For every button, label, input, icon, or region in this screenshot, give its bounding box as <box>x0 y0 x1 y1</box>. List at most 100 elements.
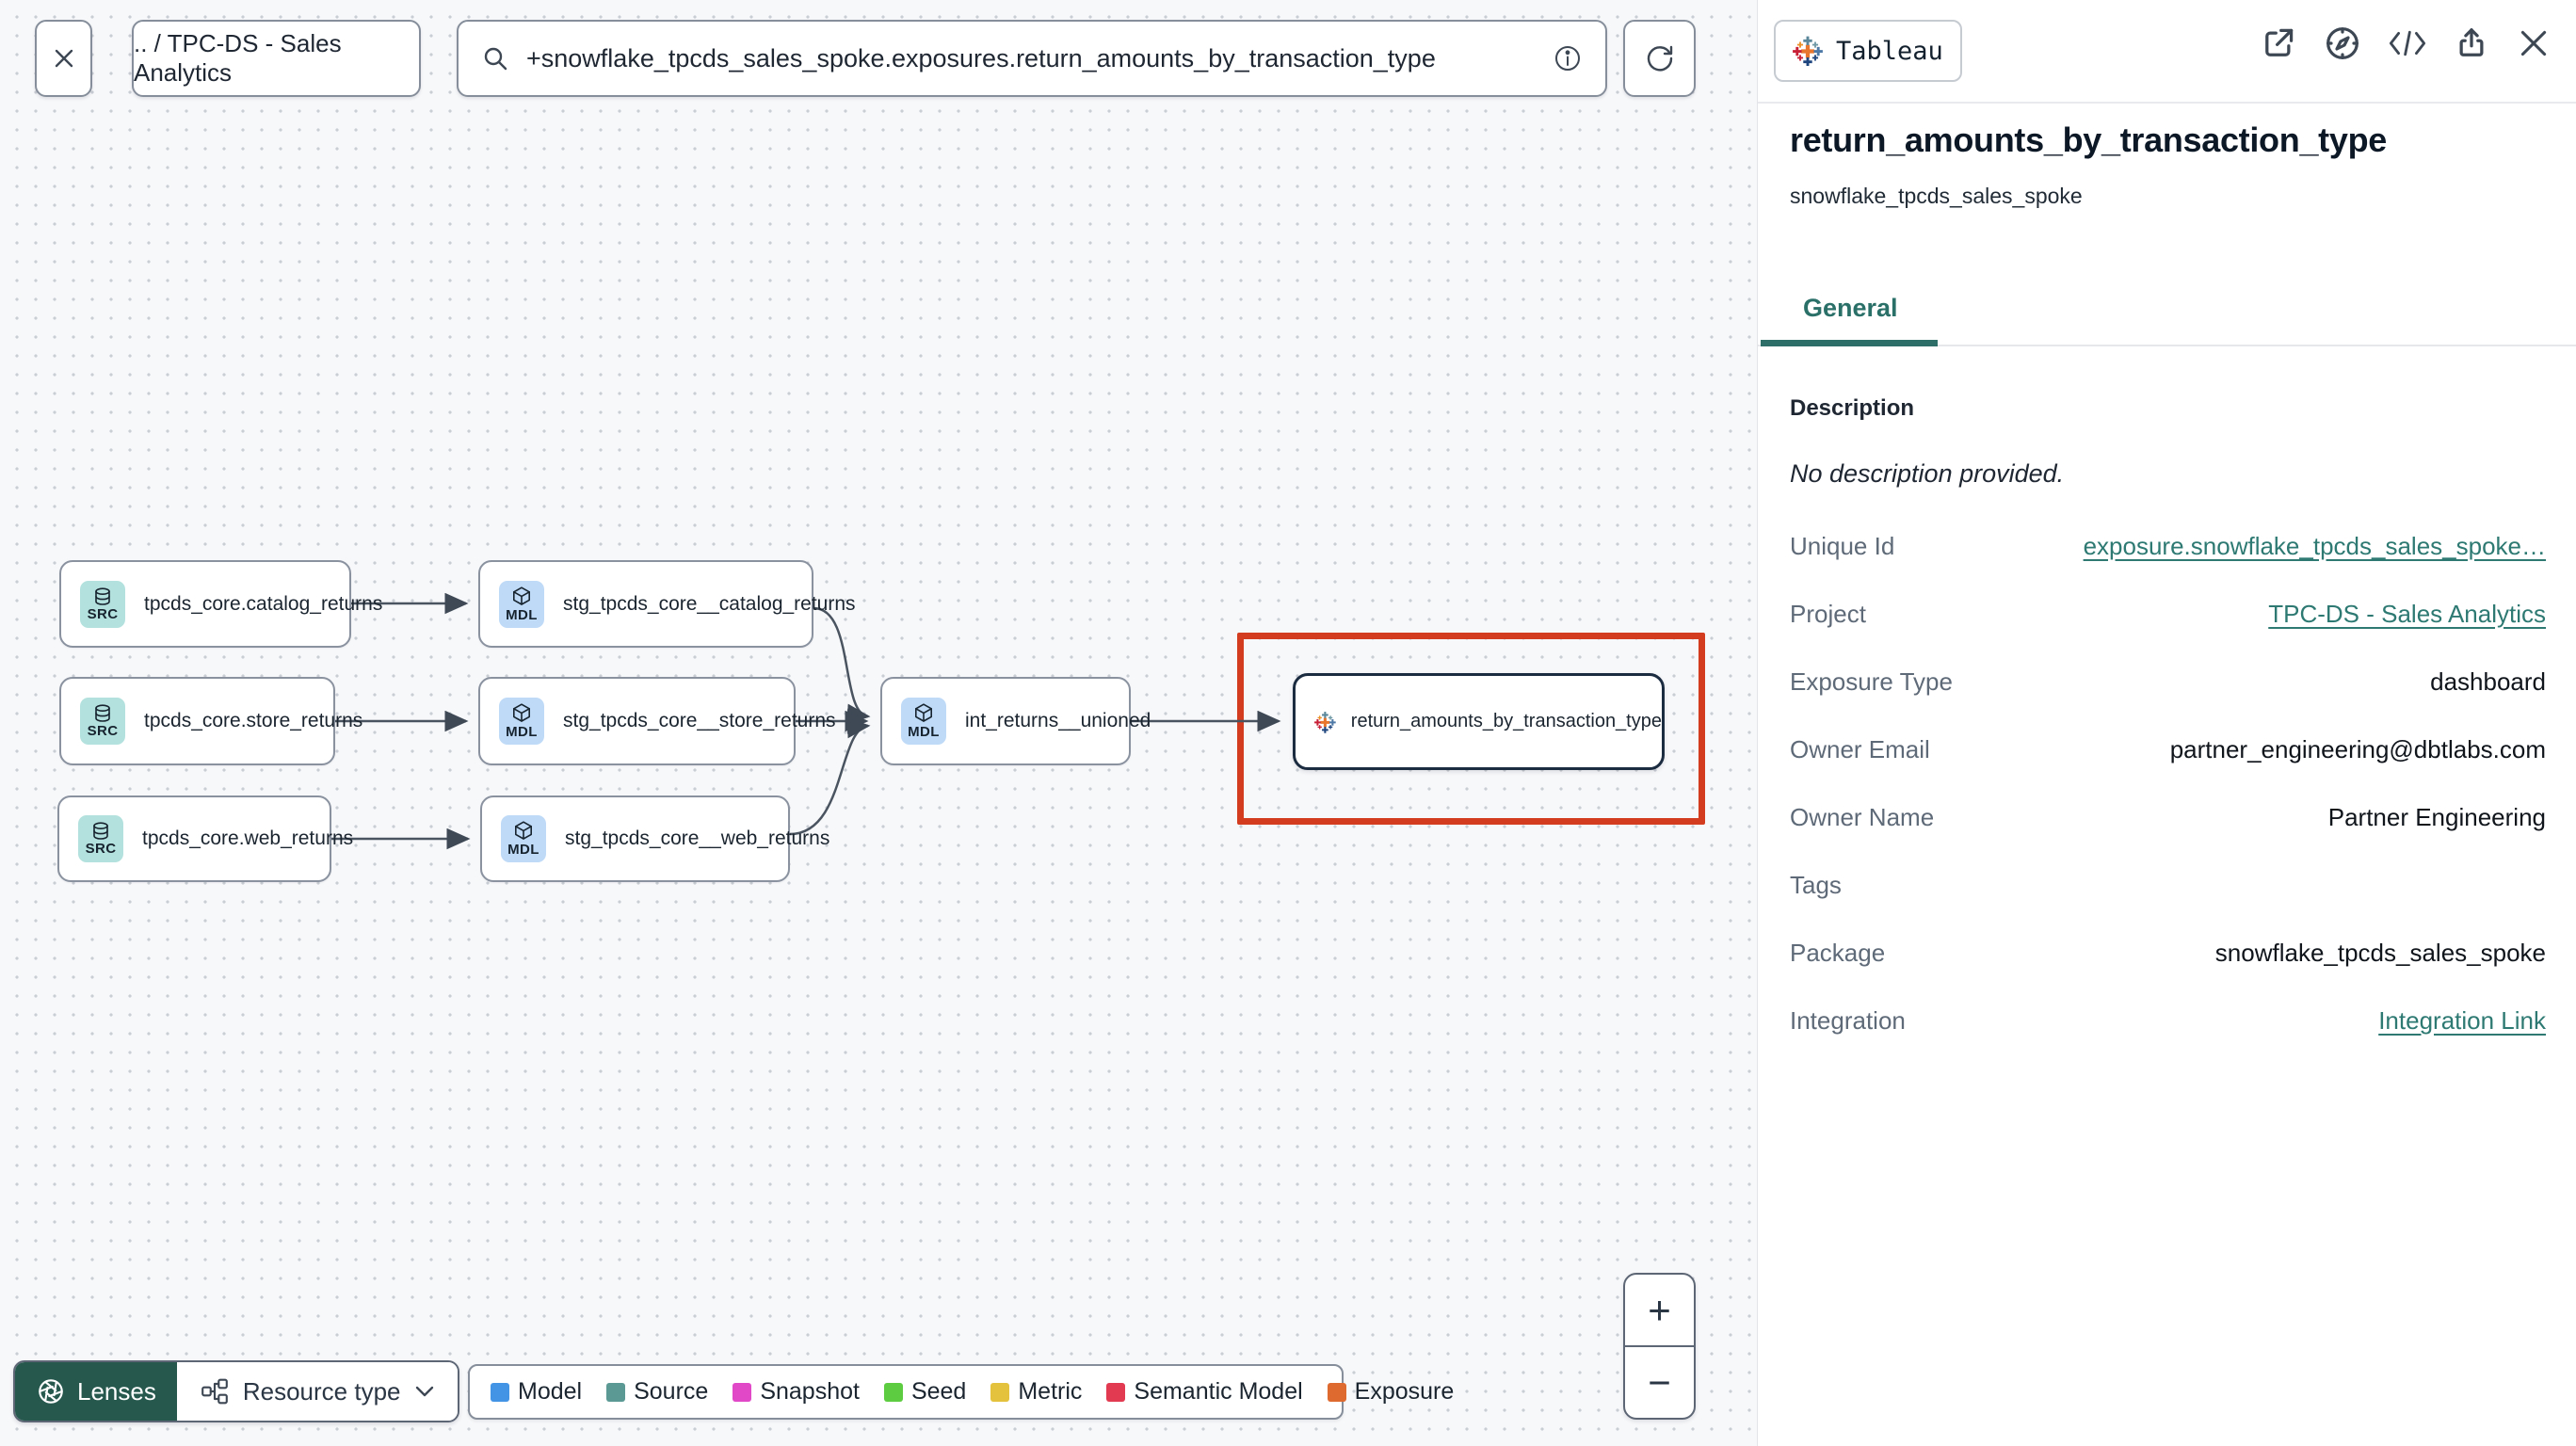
explore-compass-icon[interactable] <box>2324 24 2361 62</box>
field-row-integration: Integration Integration Link <box>1790 1005 2546 1036</box>
zoom-out-button[interactable]: − <box>1625 1347 1694 1418</box>
legend-item-model: Model <box>491 1378 582 1406</box>
integration-link[interactable]: Integration Link <box>2378 1006 2546 1036</box>
field-row-exposure-type: Exposure Type dashboard <box>1790 667 2546 696</box>
refresh-lineage-button[interactable] <box>1623 20 1696 97</box>
panel-header-divider <box>1758 102 2576 104</box>
dbt-explorer-lineage-page: .. / TPC-DS - Sales Analytics +snowflake… <box>0 0 2576 1446</box>
hierarchy-icon <box>201 1378 228 1405</box>
lineage-node-source-catalog-returns[interactable]: SRC tpcds_core.catalog_returns <box>59 560 382 648</box>
canvas-zoom-controls: + − <box>1623 1273 1696 1420</box>
resource-type-dropdown[interactable]: Resource type <box>176 1362 458 1421</box>
lineage-node-source-store-returns[interactable]: SRC tpcds_core.store_returns <box>59 677 362 765</box>
lineage-node-stg-web-returns[interactable]: MDL stg_tpcds_core__web_returns <box>480 795 829 882</box>
properties-list: Unique Id exposure.snowflake_tpcds_sales… <box>1790 512 2546 1054</box>
field-row-project: Project TPC-DS - Sales Analytics <box>1790 599 2546 629</box>
field-row-package: Package snowflake_tpcds_sales_spoke <box>1790 938 2546 967</box>
model-badge: MDL <box>499 580 544 628</box>
lenses-resource-type-group: Lenses Resource type <box>13 1360 459 1422</box>
legend-item-exposure: Exposure <box>1327 1378 1454 1406</box>
lineage-canvas[interactable]: .. / TPC-DS - Sales Analytics +snowflake… <box>0 0 1757 1446</box>
active-tab-underline <box>1761 340 1938 346</box>
cube-icon <box>512 703 531 722</box>
field-row-owner-name: Owner Name Partner Engineering <box>1790 802 2546 831</box>
node-label: return_amounts_by_transaction_type <box>1350 711 1662 731</box>
cube-icon <box>914 703 933 722</box>
source-badge: SRC <box>80 698 125 745</box>
field-row-tags: Tags <box>1790 870 1842 899</box>
snapshot-swatch <box>733 1382 752 1402</box>
tableau-icon <box>1314 704 1336 740</box>
node-label: tpcds_core.store_returns <box>144 710 363 731</box>
breadcrumb[interactable]: .. / TPC-DS - Sales Analytics <box>132 20 421 97</box>
lens-aperture-icon <box>39 1379 63 1404</box>
database-icon <box>95 586 110 605</box>
lineage-node-stg-catalog-returns[interactable]: MDL stg_tpcds_core__catalog_returns <box>478 560 856 648</box>
unique-id-link[interactable]: exposure.snowflake_tpcds_sales_spoke… <box>2084 532 2546 561</box>
legend-item-metric: Metric <box>990 1378 1082 1406</box>
model-badge: MDL <box>499 698 544 745</box>
description-empty-text: No description provided. <box>1790 459 2065 488</box>
lineage-node-exposure-selected[interactable]: return_amounts_by_transaction_type <box>1293 673 1665 770</box>
info-icon[interactable] <box>1553 43 1583 73</box>
panel-actions <box>2261 24 2551 62</box>
lineage-search-input[interactable]: +snowflake_tpcds_sales_spoke.exposures.r… <box>457 20 1607 97</box>
open-external-icon[interactable] <box>2261 25 2296 61</box>
seed-swatch <box>883 1382 903 1402</box>
model-swatch <box>491 1382 509 1402</box>
database-icon <box>93 822 108 840</box>
close-panel-icon[interactable] <box>2517 26 2551 60</box>
source-swatch <box>606 1382 626 1402</box>
field-row-owner-email: Owner Email partner_engineering@dbtlabs.… <box>1790 734 2546 763</box>
exposure-type-value: dashboard <box>2430 667 2546 696</box>
legend-item-snapshot: Snapshot <box>733 1378 860 1406</box>
legend-item-semantic-model: Semantic Model <box>1106 1378 1303 1406</box>
lineage-node-int-returns-unioned[interactable]: MDL int_returns__unioned <box>880 677 1151 765</box>
node-details-panel: Tableau return_amounts_by_transaction_ty… <box>1757 0 2576 1446</box>
search-value: +snowflake_tpcds_sales_spoke.exposures.r… <box>526 43 1436 72</box>
tableau-icon <box>1793 36 1823 66</box>
node-label: tpcds_core.web_returns <box>142 827 354 849</box>
model-badge: MDL <box>501 815 546 862</box>
node-label: int_returns__unioned <box>965 710 1151 731</box>
close-icon <box>55 49 72 68</box>
chevron-down-icon <box>415 1386 433 1397</box>
close-lineage-button[interactable] <box>35 20 92 97</box>
node-label: tpcds_core.catalog_returns <box>144 592 383 615</box>
lenses-button[interactable]: Lenses <box>15 1362 177 1421</box>
project-link[interactable]: TPC-DS - Sales Analytics <box>2268 600 2546 629</box>
cube-icon <box>512 586 531 605</box>
legend-item-source: Source <box>606 1378 708 1406</box>
database-icon <box>95 704 110 722</box>
owner-email-value: partner_engineering@dbtlabs.com <box>2169 734 2546 763</box>
code-icon[interactable] <box>2389 28 2426 58</box>
integration-chip-label: Tableau <box>1836 36 1943 66</box>
share-icon[interactable] <box>2454 25 2489 61</box>
resource-type-label: Resource type <box>242 1376 401 1406</box>
legend-item-seed: Seed <box>883 1378 966 1406</box>
field-row-unique-id: Unique Id exposure.snowflake_tpcds_sales… <box>1790 531 2546 561</box>
resource-legend: Model Source Snapshot Seed Metric Semant… <box>468 1364 1454 1420</box>
integration-chip: Tableau <box>1774 20 1962 82</box>
source-badge: SRC <box>80 580 125 628</box>
panel-title: return_amounts_by_transaction_type <box>1790 120 2387 159</box>
node-label: stg_tpcds_core__web_returns <box>565 827 830 849</box>
zoom-in-button[interactable]: + <box>1625 1275 1694 1347</box>
lenses-label: Lenses <box>77 1376 156 1406</box>
search-icon <box>484 47 507 71</box>
metric-swatch <box>990 1382 1010 1402</box>
semantic-model-swatch <box>1106 1382 1126 1402</box>
breadcrumb-label: .. / TPC-DS - Sales Analytics <box>134 29 342 87</box>
lineage-node-stg-store-returns[interactable]: MDL stg_tpcds_core__store_returns <box>478 677 836 765</box>
cube-icon <box>514 821 533 840</box>
model-badge: MDL <box>901 698 946 745</box>
owner-name-value: Partner Engineering <box>2327 802 2546 831</box>
refresh-icon <box>1647 45 1672 72</box>
tab-general[interactable]: General <box>1803 294 1898 323</box>
source-badge: SRC <box>78 815 123 862</box>
panel-subtitle: snowflake_tpcds_sales_spoke <box>1790 184 2083 208</box>
node-label: stg_tpcds_core__catalog_returns <box>563 592 856 615</box>
lineage-node-source-web-returns[interactable]: SRC tpcds_core.web_returns <box>57 795 353 882</box>
exposure-swatch <box>1327 1382 1346 1402</box>
node-label: stg_tpcds_core__store_returns <box>563 710 836 731</box>
